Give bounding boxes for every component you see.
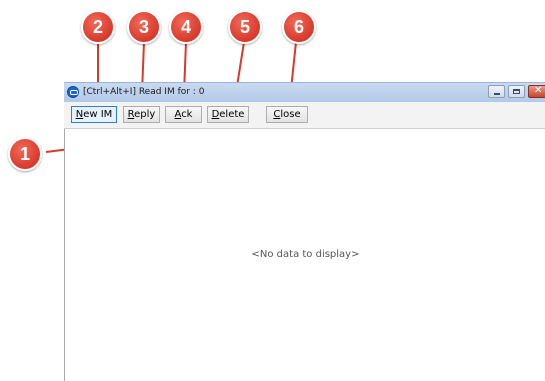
empty-message: <No data to display>: [251, 249, 360, 260]
delete-button[interactable]: Delete: [207, 106, 249, 123]
app-logo-icon: [67, 86, 79, 98]
ack-label: ck: [181, 109, 193, 120]
ack-button[interactable]: Ack: [165, 106, 202, 123]
callout-4: 4: [169, 10, 203, 44]
new-im-button[interactable]: New IM: [71, 106, 117, 123]
title-bar[interactable]: [Ctrl+Alt+I] Read IM for : 0: [64, 82, 545, 102]
new-im-label: ew IM: [83, 109, 113, 120]
delete-label: elete: [219, 109, 245, 120]
reply-label: eply: [134, 109, 156, 120]
close-button[interactable]: Close: [266, 106, 308, 123]
callout-2: 2: [81, 10, 115, 44]
callout-5: 5: [228, 10, 262, 44]
window-title: [Ctrl+Alt+I] Read IM for : 0: [83, 87, 205, 97]
close-label: lose: [280, 109, 301, 120]
reply-button[interactable]: Reply: [123, 106, 160, 123]
callout-6: 6: [282, 10, 316, 44]
read-im-window: [Ctrl+Alt+I] Read IM for : 0 New IM Repl…: [64, 82, 545, 381]
message-grid[interactable]: <No data to display>: [64, 129, 545, 381]
toolbar: New IM Reply Ack Delete Close: [64, 102, 545, 129]
maximize-button[interactable]: [508, 85, 525, 98]
window-close-button[interactable]: [528, 85, 545, 98]
minimize-button[interactable]: [488, 85, 505, 98]
callout-1: 1: [8, 137, 42, 171]
callout-3: 3: [127, 10, 161, 44]
